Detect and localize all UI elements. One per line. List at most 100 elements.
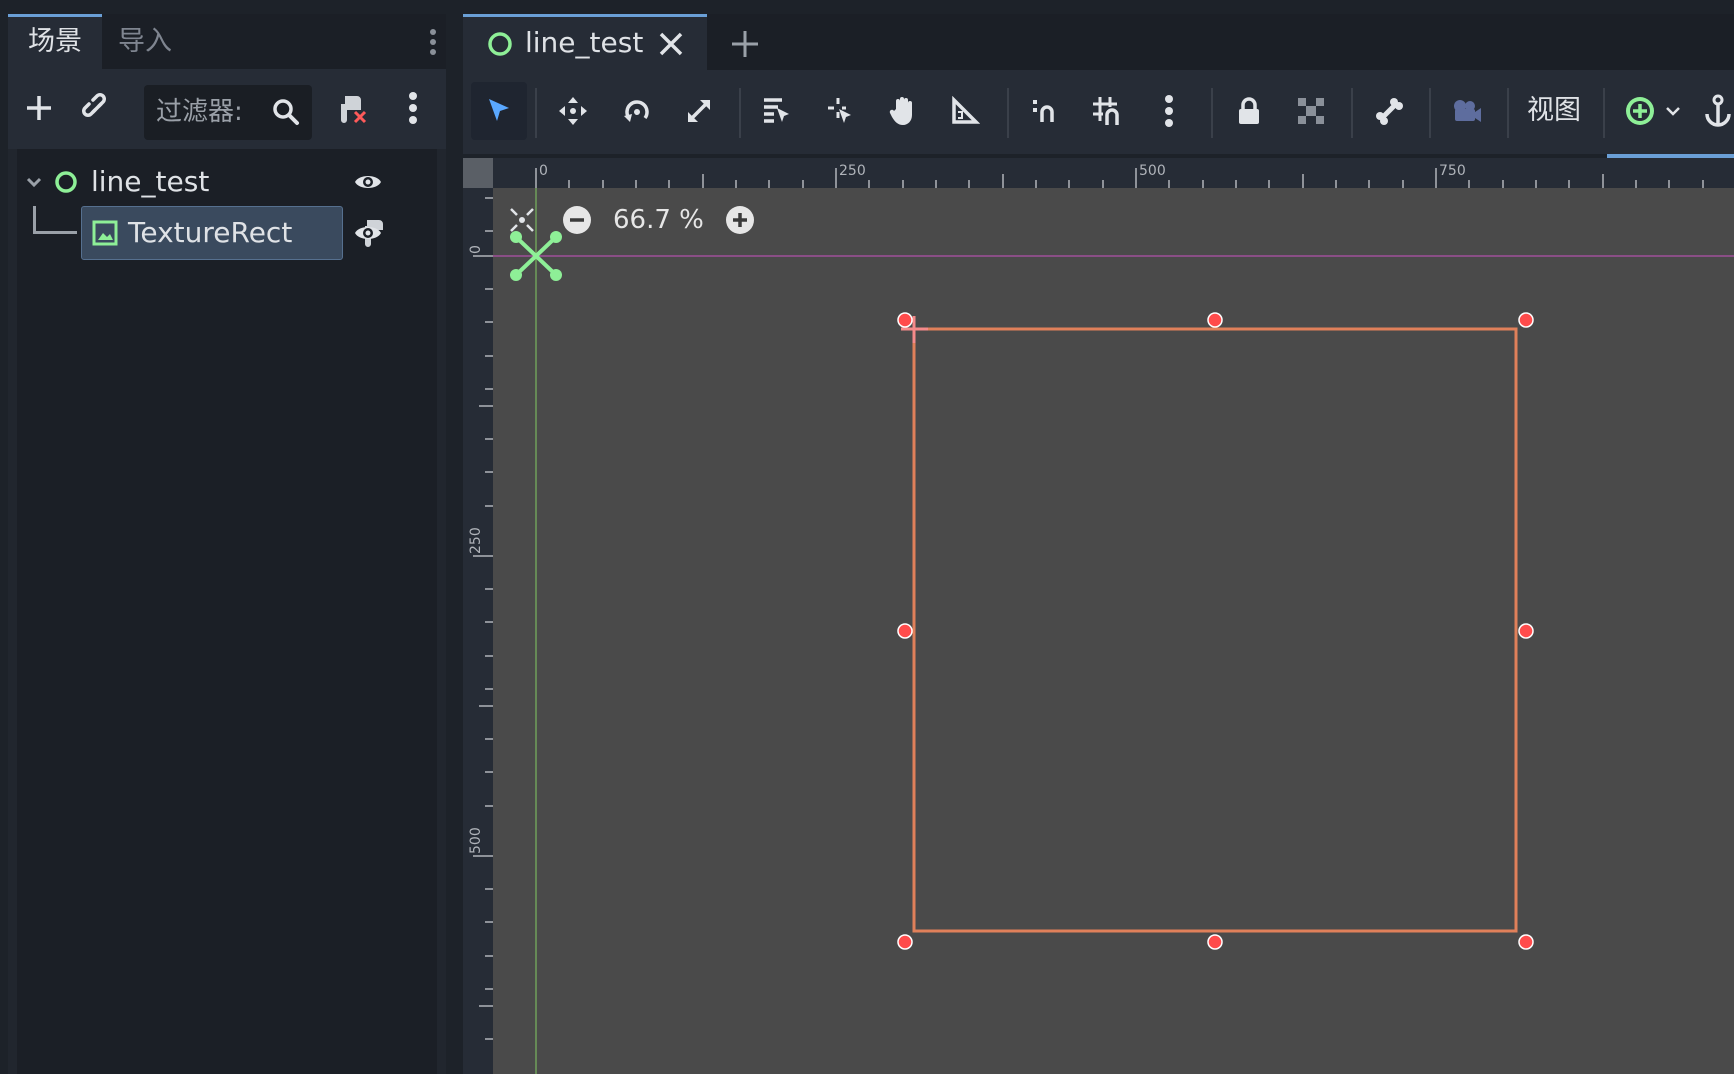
dock-menu-icon[interactable]	[426, 26, 440, 58]
grid-snap-button[interactable]	[1079, 82, 1135, 140]
tree-connector	[33, 231, 77, 234]
tree-item-label: TextureRect	[128, 216, 293, 249]
ruler-label: 750	[1439, 163, 1466, 179]
bone-icon	[1376, 98, 1403, 125]
ruler-label: 500	[468, 827, 484, 854]
select-cursor-icon	[489, 99, 509, 121]
scene-toolbar	[8, 69, 446, 149]
lock-icon	[1239, 97, 1259, 124]
rotate-icon	[624, 100, 649, 122]
selected-node-highlight[interactable]: TextureRect	[81, 206, 343, 260]
scene-menu-button[interactable]	[390, 83, 436, 133]
link-icon	[82, 93, 106, 117]
smart-snap-button[interactable]	[1017, 82, 1073, 140]
separator	[1007, 88, 1009, 138]
close-icon[interactable]	[658, 31, 684, 57]
resize-handle-right[interactable]	[1518, 623, 1534, 639]
group-icon	[1298, 98, 1324, 124]
filter-input[interactable]	[156, 93, 268, 131]
instance-scene-button[interactable]	[74, 83, 120, 133]
plus-icon	[27, 96, 51, 120]
list-select-icon	[764, 98, 789, 123]
zoom-out-icon[interactable]	[561, 204, 593, 236]
ruler-label: 250	[839, 163, 866, 179]
anchors-menu-button[interactable]	[1613, 82, 1693, 140]
visibility-eye-icon[interactable]	[353, 169, 383, 195]
separator	[1603, 88, 1605, 138]
plus-icon	[732, 31, 758, 57]
add-node-button[interactable]	[16, 83, 62, 133]
ruler-label: 500	[1139, 163, 1166, 179]
smart-select-button[interactable]	[813, 82, 869, 140]
node-icon	[488, 32, 512, 56]
ruler-mode-button[interactable]	[937, 82, 993, 140]
separator	[1351, 88, 1353, 138]
hand-icon	[889, 97, 912, 125]
pan-mode-button[interactable]	[875, 82, 931, 140]
ruler-ticks: 0 250 500	[468, 197, 493, 1040]
ruler-icon	[952, 96, 980, 124]
search-icon	[273, 99, 299, 125]
resize-handle-left[interactable]	[897, 623, 913, 639]
view-menu[interactable]: 视图	[1527, 82, 1581, 140]
tab-title: line_test	[525, 26, 644, 59]
tree-item-root[interactable]: line_test	[17, 155, 437, 209]
group-button[interactable]	[1283, 82, 1339, 140]
resize-handle-bottom[interactable]	[1207, 934, 1223, 950]
tree-item-texturerect[interactable]: TextureRect	[17, 206, 437, 260]
canvas-editor: line_test 视图 0 250 500 750 0 250 500 66.…	[463, 14, 1734, 1074]
more-vertical-icon	[409, 92, 417, 124]
separator	[739, 88, 741, 138]
tab-line-test[interactable]: line_test	[463, 14, 707, 70]
select-mode-button[interactable]	[471, 82, 527, 140]
separator	[1211, 88, 1213, 138]
resize-handle-top-right[interactable]	[1518, 312, 1534, 328]
resize-handle-bottom-right[interactable]	[1518, 934, 1534, 950]
filter-field[interactable]	[144, 85, 312, 140]
ruler-vertical[interactable]: 0 250 500	[463, 188, 493, 1074]
tree-item-label: line_test	[91, 165, 210, 198]
scale-mode-button[interactable]	[671, 82, 727, 140]
texture-rect-outline[interactable]	[912, 327, 1518, 933]
tab-import[interactable]: 导入	[98, 14, 192, 69]
rotate-mode-button[interactable]	[609, 82, 665, 140]
godot-editor: 场景 导入 过滤器: line_test TextureRect line_te…	[0, 0, 1734, 1074]
chevron-down-icon[interactable]	[25, 173, 43, 191]
lock-button[interactable]	[1221, 82, 1277, 140]
tab-scene[interactable]: 场景	[8, 14, 102, 69]
zoom-controls: 66.7 %	[507, 200, 756, 240]
canvas-drawing	[493, 188, 1734, 1074]
canvas-viewport[interactable]: 0 250 500 750 0 250 500 66.7 %	[463, 158, 1734, 1074]
chevron-down-icon	[1666, 107, 1680, 116]
zoom-in-icon[interactable]	[724, 204, 756, 236]
node-icon	[55, 171, 77, 193]
resize-handle-top[interactable]	[1207, 312, 1223, 328]
add-circle-icon	[1626, 97, 1654, 125]
add-scene-tab-button[interactable]	[725, 24, 765, 64]
tree-connector	[33, 206, 36, 233]
move-mode-button[interactable]	[545, 82, 601, 140]
visibility-eye-icon[interactable]	[353, 220, 383, 246]
more-vertical-icon	[1165, 95, 1173, 127]
pivot-select-icon	[828, 98, 851, 123]
texture-rect-icon	[92, 220, 118, 246]
ruler-horizontal[interactable]: 0 250 500 750	[493, 158, 1734, 188]
resize-handle-top-left[interactable]	[897, 312, 913, 328]
separator	[535, 88, 537, 138]
detach-script-button[interactable]	[330, 83, 376, 133]
scene-tree: line_test TextureRect	[17, 149, 437, 1074]
camera-icon	[1454, 100, 1481, 122]
snap-icon	[1033, 100, 1054, 122]
zoom-level[interactable]: 66.7 %	[613, 205, 704, 235]
snap-options-button[interactable]	[1141, 82, 1197, 140]
grid-icon	[1093, 97, 1119, 125]
separator	[1507, 88, 1509, 138]
list-select-button[interactable]	[749, 82, 805, 140]
anchor-button[interactable]	[1701, 82, 1734, 140]
skeleton-button[interactable]	[1361, 82, 1417, 140]
ruler-corner[interactable]	[463, 158, 493, 188]
camera-override-button[interactable]	[1439, 82, 1495, 140]
resize-handle-bottom-left[interactable]	[897, 934, 913, 950]
dock-tabbar: 场景 导入	[8, 14, 446, 69]
center-view-icon[interactable]	[507, 205, 537, 235]
